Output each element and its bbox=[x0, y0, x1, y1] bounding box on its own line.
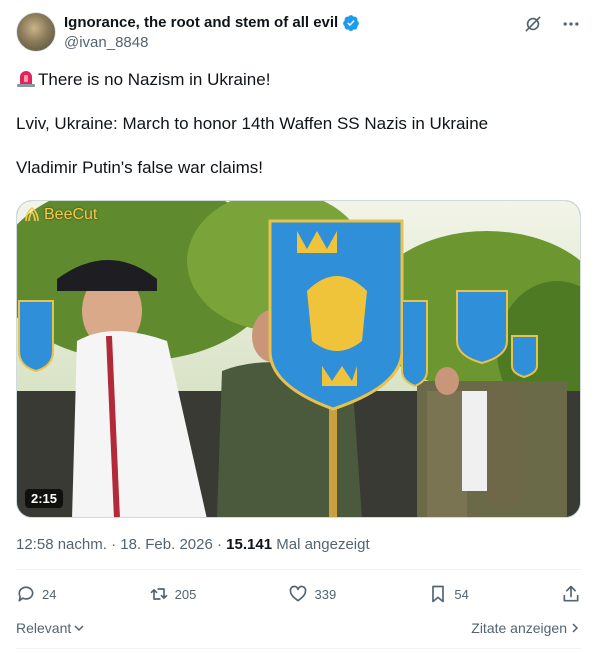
tweet-meta: 12:58 nachm. · 18. Feb. 2026 · 15.141 Ma… bbox=[16, 536, 370, 553]
header-actions bbox=[523, 14, 581, 34]
view-count: 15.141 bbox=[226, 536, 273, 553]
video-player[interactable]: BeeCut 2:15 bbox=[16, 200, 581, 518]
avatar[interactable] bbox=[16, 12, 56, 52]
view-quotes-label: Zitate anzeigen bbox=[471, 620, 567, 636]
meta-separator: · bbox=[111, 536, 117, 553]
author-handle[interactable]: @ivan_8848 bbox=[64, 33, 360, 53]
relevant-dropdown[interactable]: Relevant bbox=[16, 620, 85, 636]
tweet-date[interactable]: 18. Feb. 2026 bbox=[120, 536, 213, 553]
siren-emoji-icon bbox=[17, 71, 35, 87]
chevron-right-icon bbox=[572, 623, 579, 633]
like-button[interactable]: 339 bbox=[288, 584, 336, 604]
reply-filter-bar: Relevant Zitate anzeigen bbox=[16, 620, 581, 636]
divider bbox=[16, 569, 581, 570]
more-options-icon[interactable] bbox=[561, 14, 581, 34]
share-icon bbox=[563, 585, 579, 602]
watermark-text: BeeCut bbox=[44, 206, 98, 223]
video-thumbnail bbox=[17, 201, 580, 517]
tweet-line-2: Lviv, Ukraine: March to honor 14th Waffe… bbox=[16, 114, 489, 133]
tweet-line-1-text: There is no Nazism in Ukraine! bbox=[38, 70, 271, 89]
view-quotes-link[interactable]: Zitate anzeigen bbox=[471, 620, 581, 636]
beecut-watermark: BeeCut bbox=[23, 206, 97, 224]
author-names: Ignorance, the root and stem of all evil… bbox=[64, 13, 360, 53]
tweet-line-1: There is no Nazism in Ukraine! bbox=[16, 68, 581, 91]
divider bbox=[16, 648, 581, 649]
author-display-name-text[interactable]: Ignorance, the root and stem of all evil bbox=[64, 13, 338, 33]
chevron-down-icon bbox=[74, 625, 84, 632]
video-duration: 2:15 bbox=[25, 489, 64, 508]
tweet-text: There is no Nazism in Ukraine! Lviv, Ukr… bbox=[16, 68, 581, 201]
grok-icon[interactable] bbox=[523, 14, 543, 34]
like-count: 339 bbox=[314, 586, 337, 602]
repost-count: 205 bbox=[174, 586, 197, 602]
tweet-header: Ignorance, the root and stem of all evil… bbox=[16, 12, 581, 56]
view-label: Mal angezeigt bbox=[276, 536, 370, 553]
verified-badge-icon bbox=[343, 15, 360, 32]
bookmark-button[interactable]: 54 bbox=[428, 584, 469, 604]
share-button[interactable] bbox=[561, 584, 581, 604]
reply-button[interactable]: 24 bbox=[16, 584, 56, 604]
author-display-name[interactable]: Ignorance, the root and stem of all evil bbox=[64, 13, 360, 33]
reply-count: 24 bbox=[42, 586, 57, 602]
heart-icon bbox=[290, 585, 307, 602]
tweet-time[interactable]: 12:58 nachm. bbox=[16, 536, 107, 553]
tweet-line-3: Vladimir Putin's false war claims! bbox=[16, 158, 263, 177]
bookmark-count: 54 bbox=[454, 586, 469, 602]
reply-icon bbox=[18, 586, 34, 602]
relevant-label: Relevant bbox=[16, 620, 72, 636]
action-bar: 24 205 339 54 bbox=[16, 584, 581, 604]
meta-separator: · bbox=[217, 536, 222, 553]
beecut-logo-icon bbox=[25, 207, 39, 222]
bookmark-icon bbox=[432, 585, 445, 603]
repost-icon bbox=[150, 588, 167, 600]
repost-button[interactable]: 205 bbox=[149, 584, 197, 604]
